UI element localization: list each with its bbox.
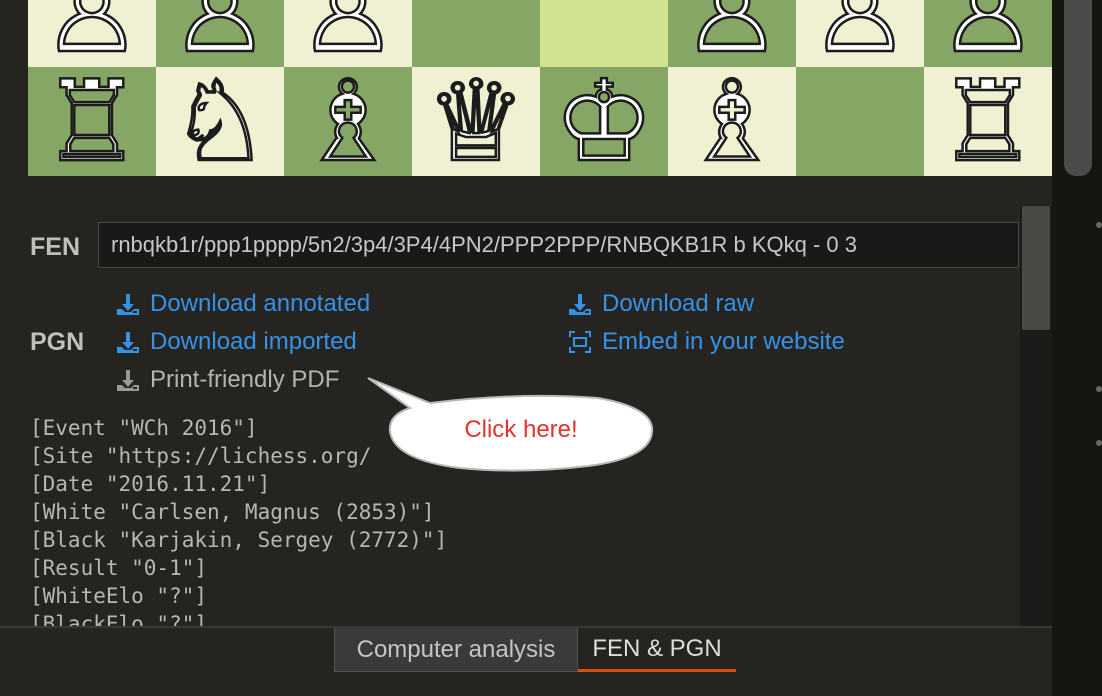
board-square[interactable]: ♖ — [28, 67, 156, 176]
embed-website-link[interactable]: Embed in your website — [568, 328, 845, 356]
download-imported-link[interactable]: Download imported — [116, 328, 357, 356]
pgn-line: [Black "Karjakin, Sergey (2772)"] — [30, 528, 448, 552]
white-king-e1-icon[interactable]: ♔ — [553, 67, 656, 176]
white-queen-d1-icon[interactable]: ♕ — [425, 67, 528, 176]
download-icon — [117, 370, 139, 391]
white-rook-h1-icon[interactable]: ♖ — [937, 67, 1040, 176]
print-pdf-link[interactable]: Print-friendly PDF — [116, 366, 339, 394]
print-pdf-label: Print-friendly PDF — [150, 366, 340, 393]
tab-fen-pgn[interactable]: FEN & PGN — [578, 628, 736, 672]
download-icon — [569, 294, 591, 315]
white-pawn-b2-icon[interactable]: ♙ — [169, 0, 272, 67]
underboard-tabs: Computer analysis FEN & PGN — [0, 626, 1052, 696]
white-pawn-c2-icon[interactable]: ♙ — [297, 0, 400, 67]
white-pawn-a2-icon[interactable]: ♙ — [41, 0, 144, 67]
tab-computer-analysis[interactable]: Computer analysis — [334, 628, 578, 672]
download-raw-link[interactable]: Download raw — [568, 290, 754, 318]
edge-dot — [1096, 386, 1102, 392]
embed-website-label: Embed in your website — [602, 328, 845, 355]
callout-text: Click here! — [464, 416, 578, 443]
underboard-scrollbar-thumb[interactable] — [1022, 206, 1050, 330]
download-raw-label: Download raw — [602, 290, 755, 317]
board-square[interactable]: ♗ — [668, 67, 796, 176]
square-e2[interactable] — [540, 0, 668, 67]
board-square[interactable]: ♖ — [924, 67, 1052, 176]
board-square[interactable]: ♕ — [412, 67, 540, 176]
board-square[interactable]: ♙ — [156, 0, 284, 67]
pgn-line: [WhiteElo "?"] — [30, 584, 208, 608]
download-annotated-label: Download annotated — [150, 290, 371, 317]
embed-icon — [569, 331, 591, 353]
white-knight-b1-icon[interactable]: ♘ — [169, 67, 272, 176]
white-bishop-c1-icon[interactable]: ♗ — [297, 67, 400, 176]
square-d2[interactable] — [412, 0, 540, 67]
board-square[interactable]: ♙ — [796, 0, 924, 67]
board-square[interactable]: ♘ — [156, 67, 284, 176]
board-square[interactable]: ♙ — [924, 0, 1052, 67]
download-imported-label: Download imported — [150, 328, 357, 355]
fen-input[interactable] — [98, 222, 1019, 268]
pgn-line: [Date "2016.11.21"] — [30, 472, 271, 496]
board-square[interactable]: ♙ — [284, 0, 412, 67]
download-icon — [117, 294, 139, 315]
edge-dot — [1096, 222, 1102, 228]
square-g1[interactable] — [796, 67, 924, 176]
pgn-line: [White "Carlsen, Magnus (2853)"] — [30, 500, 435, 524]
white-pawn-g2-icon[interactable]: ♙ — [809, 0, 912, 67]
pgn-textarea[interactable]: [Event "WCh 2016"] [Site "https://lichess… — [30, 414, 1010, 628]
download-icon — [117, 332, 139, 353]
edge-dot — [1096, 440, 1102, 446]
download-annotated-link[interactable]: Download annotated — [116, 290, 370, 318]
pgn-label: PGN — [30, 328, 85, 356]
pgn-line: [Site "https://lichess.org/ — [30, 444, 372, 468]
chess-board[interactable]: ♙ ♙ ♙ ♙ ♙ ♙ ♖ ♘ ♗ ♕ ♔ ♗ ♖ — [28, 0, 1052, 176]
board-square[interactable]: ♙ — [668, 0, 796, 67]
fen-label: FEN — [30, 233, 80, 261]
board-square[interactable]: ♙ — [28, 0, 156, 67]
board-square[interactable]: ♔ — [540, 67, 668, 176]
white-rook-a1-icon[interactable]: ♖ — [41, 67, 144, 176]
board-square[interactable]: ♗ — [284, 67, 412, 176]
page-scrollbar-thumb[interactable] — [1064, 0, 1092, 176]
white-bishop-f1-icon[interactable]: ♗ — [681, 67, 784, 176]
pgn-line: [Result "0-1"] — [30, 556, 208, 580]
white-pawn-f2-icon[interactable]: ♙ — [681, 0, 784, 67]
white-pawn-h2-icon[interactable]: ♙ — [937, 0, 1040, 67]
